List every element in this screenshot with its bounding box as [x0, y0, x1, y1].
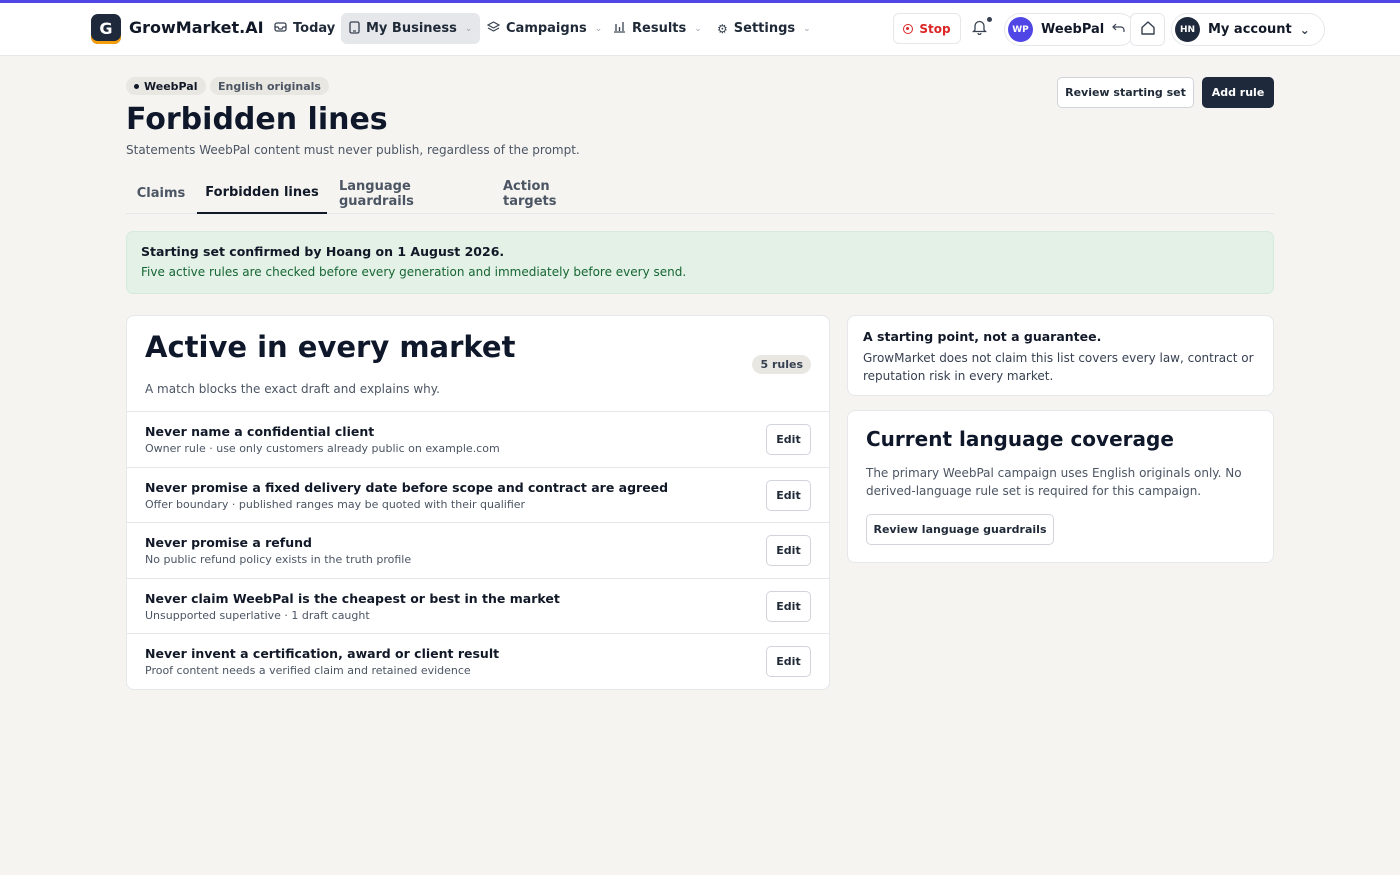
tab-claims[interactable]: Claims [126, 173, 196, 214]
disclaimer-card: A starting point, not a guarantee. GrowM… [847, 315, 1274, 396]
page-title: Forbidden lines [126, 102, 388, 137]
chevron-down-icon: ⌄ [1299, 22, 1310, 37]
workspace-switcher[interactable]: WP WeebPal [1004, 13, 1137, 46]
rule-title: Never promise a refund [145, 535, 312, 550]
nav-campaigns[interactable]: Campaigns ⌄ [479, 13, 610, 44]
chevron-down-icon: ⌄ [594, 23, 603, 34]
nav-results-label: Results [632, 21, 687, 36]
breadcrumb-workspace[interactable]: WeebPal [126, 77, 206, 95]
chevron-down-icon: ⌄ [803, 23, 811, 34]
stop-label: Stop [919, 21, 951, 36]
tab-bar: Claims Forbidden lines Language guardrai… [126, 173, 1274, 214]
rule-title: Never invent a certification, award or c… [145, 646, 500, 661]
inbox-icon [274, 21, 287, 36]
rule-title: Never promise a fixed delivery date befo… [145, 480, 669, 495]
home-button[interactable] [1130, 13, 1165, 46]
stop-button[interactable]: Stop [893, 13, 961, 44]
disclaimer-text: GrowMarket does not claim this list cove… [863, 351, 1254, 383]
review-starting-set-button[interactable]: Review starting set [1057, 77, 1194, 108]
edit-rule-button[interactable]: Edit [766, 480, 811, 511]
chevron-down-icon: ⌄ [464, 23, 473, 34]
logo-text[interactable]: GrowMarket.AI [129, 18, 264, 37]
top-navigation-bar: G GrowMarket.AI Today My Business ⌄ Camp… [0, 3, 1400, 56]
breadcrumb-language[interactable]: English originals [210, 77, 329, 95]
logo-icon[interactable]: G [91, 14, 121, 44]
notice-text: Five active rules are checked before eve… [141, 265, 687, 279]
notification-dot [987, 17, 992, 22]
nav-my-business-label: My Business [366, 21, 457, 36]
breadcrumb-workspace-label: WeebPal [144, 79, 198, 93]
confirmation-notice: Starting set confirmed by Hoang on 1 Aug… [126, 231, 1274, 294]
edit-rule-button[interactable]: Edit [766, 424, 811, 455]
nav-campaigns-label: Campaigns [506, 21, 587, 36]
rules-count-badge: 5 rules [752, 355, 811, 374]
workspace-name: WeebPal [1041, 22, 1105, 37]
rule-meta: Proof content needs a verified claim and… [145, 664, 471, 677]
add-rule-button[interactable]: Add rule [1202, 77, 1274, 108]
tab-language-guardrails[interactable]: Language guardrails [339, 173, 481, 214]
review-language-guardrails-button[interactable]: Review language guardrails [866, 514, 1054, 545]
edit-rule-button[interactable]: Edit [766, 646, 811, 677]
nav-my-business[interactable]: My Business ⌄ [341, 13, 481, 44]
workspace-avatar: WP [1008, 17, 1033, 42]
rule-meta: Unsupported superlative · 1 draft caught [145, 609, 370, 622]
rule-row: Never claim WeebPal is the cheapest or b… [127, 578, 829, 634]
account-avatar: HN [1175, 17, 1200, 42]
language-coverage-card: Current language coverage The primary We… [847, 410, 1274, 563]
account-label: My account [1208, 22, 1292, 37]
nav-today-label: Today [293, 21, 336, 36]
notice-title: Starting set confirmed by Hoang on 1 Aug… [141, 244, 505, 259]
page-subtitle: Statements WeebPal content must never pu… [126, 143, 580, 157]
rule-meta: No public refund policy exists in the tr… [145, 553, 412, 566]
tablet-icon [349, 20, 360, 37]
account-menu[interactable]: HN My account ⌄ [1171, 13, 1325, 46]
nav-today[interactable]: Today [266, 13, 343, 44]
bell-icon[interactable] [971, 19, 988, 39]
rules-card-title: Active in every market [145, 330, 516, 364]
rules-card-subtitle: A match blocks the exact draft and expla… [145, 382, 440, 396]
switch-icon [1112, 22, 1125, 37]
layers-icon [486, 21, 501, 36]
tab-action-targets[interactable]: Action targets [503, 173, 607, 214]
chevron-down-icon: ⌄ [694, 23, 702, 34]
rule-row: Never invent a certification, award or c… [127, 633, 829, 689]
disclaimer-title: A starting point, not a guarantee. [863, 329, 1102, 344]
rule-row: Never name a confidential client Owner r… [127, 411, 829, 467]
stop-icon [903, 23, 914, 34]
edit-rule-button[interactable]: Edit [766, 591, 811, 622]
bullet-icon [134, 83, 139, 89]
rule-title: Never name a confidential client [145, 424, 375, 439]
nav-results[interactable]: Results ⌄ [605, 13, 710, 44]
edit-rule-button[interactable]: Edit [766, 535, 811, 566]
active-rules-card: Active in every market 5 rules A match b… [126, 315, 830, 690]
rule-meta: Owner rule · use only customers already … [145, 442, 500, 455]
rule-meta: Offer boundary · published ranges may be… [145, 498, 526, 511]
breadcrumb-language-label: English originals [218, 79, 321, 93]
tab-forbidden-lines[interactable]: Forbidden lines [197, 173, 327, 214]
rule-row: Never promise a refund No public refund … [127, 522, 829, 578]
nav-settings[interactable]: ⚙ Settings ⌄ [709, 13, 819, 44]
coverage-title: Current language coverage [866, 427, 1174, 451]
home-icon [1140, 20, 1156, 40]
rule-title: Never claim WeebPal is the cheapest or b… [145, 591, 560, 606]
coverage-text: The primary WeebPal campaign uses Englis… [866, 466, 1242, 498]
rule-row: Never promise a fixed delivery date befo… [127, 467, 829, 523]
gear-icon: ⚙ [717, 21, 728, 36]
bar-chart-icon [613, 21, 626, 36]
nav-settings-label: Settings [733, 21, 796, 36]
